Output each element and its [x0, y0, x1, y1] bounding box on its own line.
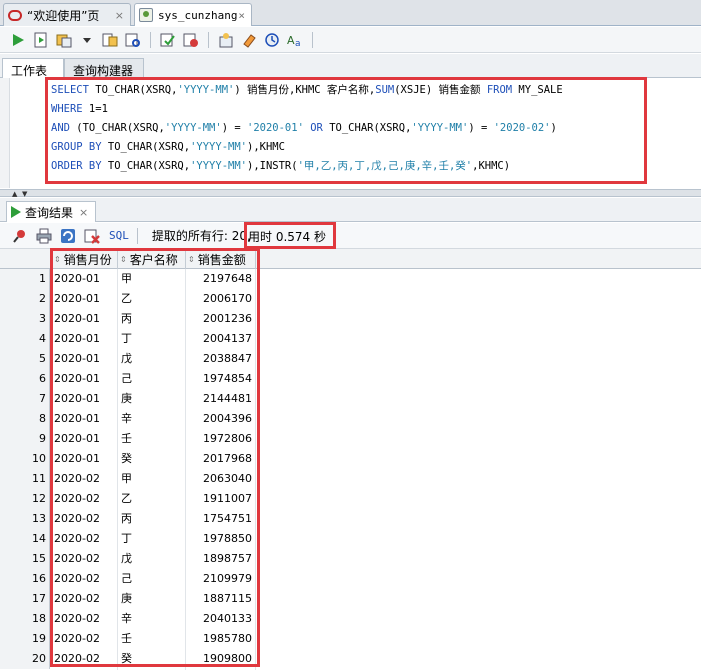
- commit-button[interactable]: [158, 30, 178, 50]
- row-number: 9: [0, 429, 50, 449]
- row-number: 13: [0, 509, 50, 529]
- run-script-icon: [34, 32, 47, 47]
- explain-plan-button[interactable]: [100, 30, 120, 50]
- pane-splitter[interactable]: ▲ ▼: [0, 189, 701, 198]
- rows-fetched-text: 提取的所有行: 20,: [151, 229, 251, 243]
- time-highlight-box: [244, 222, 336, 249]
- tab-worksheet[interactable]: 工作表: [2, 58, 64, 78]
- commit-icon: [160, 33, 175, 46]
- pin-button[interactable]: [10, 226, 30, 246]
- view-sql-button[interactable]: SQL: [109, 229, 129, 242]
- toolbar-divider: [136, 227, 138, 244]
- close-icon[interactable]: ×: [238, 9, 245, 22]
- worksheet-toolbar: Aa: [0, 27, 701, 53]
- row-number: 16: [0, 569, 50, 589]
- text-case-icon: Aa: [287, 34, 301, 48]
- tab-label: “欢迎使用”页: [27, 8, 100, 23]
- row-number: 15: [0, 549, 50, 569]
- oracle-db-icon: [8, 9, 22, 21]
- row-number: 12: [0, 489, 50, 509]
- editor-mode-tabs: 工作表 查询构建器: [0, 54, 701, 78]
- rollback-icon: [183, 33, 198, 47]
- toolbar-divider: [150, 31, 151, 48]
- collapse-down-icon[interactable]: ▼: [22, 190, 27, 198]
- chevron-down-icon: [83, 37, 91, 43]
- eraser-icon: [243, 33, 256, 48]
- row-number: 7: [0, 389, 50, 409]
- row-number: 2: [0, 289, 50, 309]
- row-number-header: [0, 249, 52, 269]
- play-icon: [13, 33, 24, 46]
- row-number: 20: [0, 649, 50, 669]
- result-toolbar: SQL 提取的所有行: 20, 用时 0.574 秒: [0, 223, 701, 249]
- tab-query-result[interactable]: 查询结果 ×: [6, 201, 96, 222]
- pin-icon: [13, 229, 25, 243]
- autotrace-icon: [56, 34, 72, 47]
- play-icon: [11, 206, 21, 218]
- row-number: 11: [0, 469, 50, 489]
- unshared-sql-button[interactable]: [216, 30, 236, 50]
- tab-sys-cunzhang[interactable]: sys_cunzhang ×: [134, 3, 252, 26]
- cancel-icon: [84, 229, 100, 244]
- sql-worksheet-icon: [139, 8, 153, 22]
- clear-button[interactable]: [239, 30, 259, 50]
- unshared-worksheet-icon: [219, 32, 233, 47]
- row-number: 3: [0, 309, 50, 329]
- row-number: 8: [0, 409, 50, 429]
- tab-label: sys_cunzhang: [158, 8, 238, 22]
- sql-tuning-icon: [125, 33, 140, 47]
- row-number: 19: [0, 629, 50, 649]
- run-script-button[interactable]: [31, 30, 51, 50]
- sql-highlight-box: [45, 77, 647, 184]
- explain-plan-icon: [102, 33, 118, 46]
- editor-gutter: [0, 78, 10, 188]
- row-number: 4: [0, 329, 50, 349]
- tab-query-builder[interactable]: 查询构建器: [64, 58, 144, 78]
- sql-tuning-button[interactable]: [123, 30, 143, 50]
- dropdown-button[interactable]: [77, 30, 97, 50]
- svg-text:a: a: [295, 39, 301, 48]
- close-icon[interactable]: ×: [115, 9, 124, 22]
- cancel-query-button[interactable]: [82, 226, 102, 246]
- grid-highlight-box: [50, 248, 260, 667]
- format-button[interactable]: Aa: [285, 30, 305, 50]
- tab-welcome-page[interactable]: “欢迎使用”页 ×: [3, 3, 131, 26]
- print-icon: [36, 228, 52, 243]
- row-number: 14: [0, 529, 50, 549]
- toolbar-divider: [208, 31, 209, 48]
- run-statement-button[interactable]: [8, 30, 28, 50]
- refresh-button[interactable]: [58, 226, 78, 246]
- history-icon: [265, 32, 279, 47]
- rollback-button[interactable]: [181, 30, 201, 50]
- result-tab-bar: 查询结果 ×: [0, 198, 701, 222]
- row-number: 10: [0, 449, 50, 469]
- autotrace-button[interactable]: [54, 30, 74, 50]
- row-number: 18: [0, 609, 50, 629]
- document-tab-bar: “欢迎使用”页 × sys_cunzhang ×: [0, 0, 701, 26]
- row-number: 6: [0, 369, 50, 389]
- close-icon[interactable]: ×: [79, 206, 88, 219]
- refresh-icon: [61, 228, 75, 243]
- row-number: 5: [0, 349, 50, 369]
- print-button[interactable]: [34, 226, 54, 246]
- sql-history-button[interactable]: [262, 30, 282, 50]
- svg-text:A: A: [287, 34, 295, 47]
- row-number: 17: [0, 589, 50, 609]
- toolbar-divider: [312, 31, 313, 48]
- collapse-up-icon[interactable]: ▲: [12, 190, 17, 198]
- result-tab-label: 查询结果: [25, 205, 74, 220]
- row-number: 1: [0, 269, 50, 289]
